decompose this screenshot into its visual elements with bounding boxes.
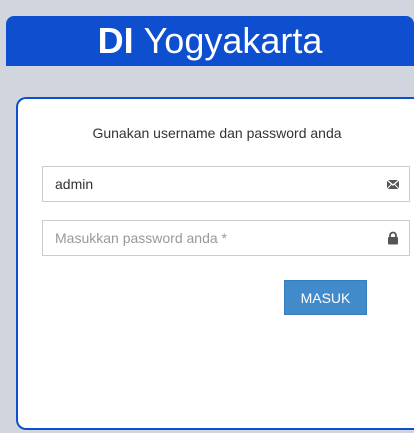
envelope-icon [386,177,400,191]
site-header: DI Yogyakarta [6,16,414,66]
login-button[interactable]: MASUK [284,280,367,315]
header-title-rest: Yogyakarta [143,20,323,61]
username-field[interactable] [42,166,410,202]
header-title-bold: DI [97,20,134,61]
login-instruction: Gunakan username dan password anda [92,125,342,141]
login-panel: Gunakan username dan password anda MASUK [16,97,414,430]
username-input[interactable] [55,167,355,201]
password-input[interactable] [55,221,355,255]
lock-icon [386,231,400,245]
password-field[interactable] [42,220,410,256]
